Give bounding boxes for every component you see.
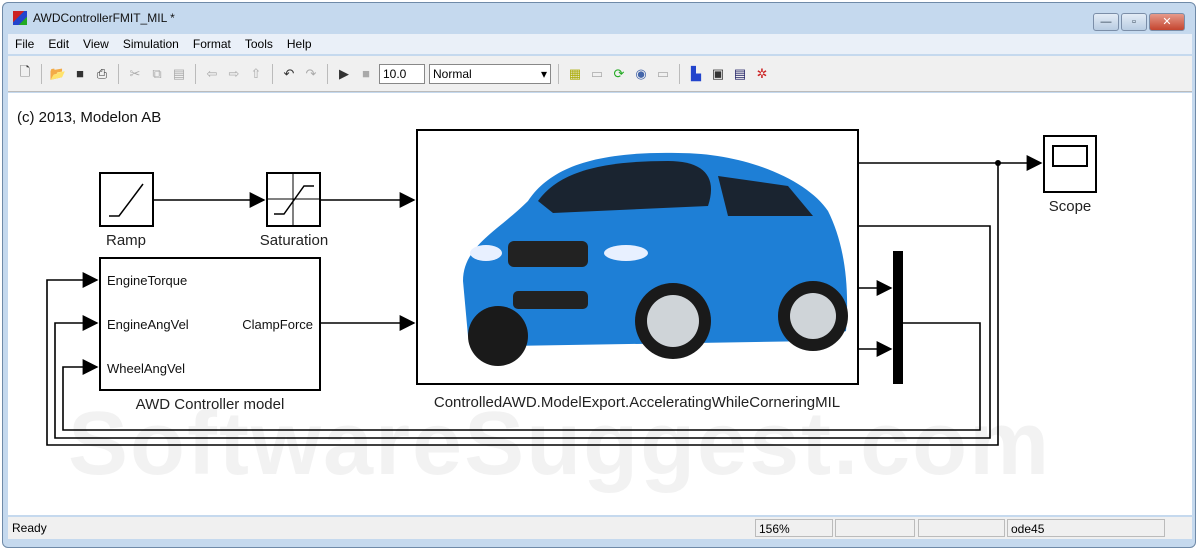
car-image (463, 152, 848, 366)
ramp-label: Ramp (105, 232, 147, 249)
update-icon[interactable]: ▭ (588, 65, 606, 83)
paste-icon[interactable]: ▤ (170, 65, 188, 83)
scope-block[interactable] (1043, 135, 1097, 193)
app-icon (13, 11, 27, 25)
open-icon[interactable]: 📂 (49, 65, 67, 83)
menu-edit[interactable]: Edit (41, 34, 76, 54)
stop-time-input[interactable] (379, 63, 425, 84)
diagram-canvas[interactable]: SoftwareSuggest.com (c) 2013, Modelon AB… (8, 93, 1192, 515)
cut-icon[interactable]: ✂ (126, 65, 144, 83)
status-cell-empty (835, 519, 915, 537)
sim-mode-value: Normal (433, 66, 472, 81)
saturation-label: Saturation (259, 232, 329, 249)
chevron-down-icon: ▾ (540, 66, 547, 81)
port-engineangvel: EngineAngVel (107, 317, 189, 332)
menu-help[interactable]: Help (280, 34, 319, 54)
sim-mode-select[interactable]: Normal ▾ (429, 63, 551, 84)
copy-icon[interactable]: ⧉ (148, 65, 166, 83)
connect-icon[interactable]: ▭ (654, 65, 672, 83)
up-icon[interactable]: ⇧ (247, 65, 265, 83)
new-icon[interactable]: 🗋 (16, 64, 34, 83)
zoom-level: 156% (755, 519, 833, 537)
status-cell-empty (918, 519, 1005, 537)
debug-icon[interactable]: ◉ (632, 65, 650, 83)
refresh-icon[interactable]: ⟳ (610, 65, 628, 83)
port-clampforce: ClampForce (242, 317, 313, 332)
advisor-icon[interactable]: ✲ (753, 65, 771, 83)
menu-file[interactable]: File (8, 34, 41, 54)
title-bar: AWDControllerFMIT_MIL * (13, 11, 175, 25)
model-explorer-icon[interactable]: ▣ (709, 65, 727, 83)
build-icon[interactable]: ▦ (566, 65, 584, 83)
scope-label: Scope (1048, 198, 1092, 215)
forward-icon[interactable]: ⇨ (225, 65, 243, 83)
status-bar: Ready 156% ode45 (8, 517, 1192, 539)
status-text: Ready (12, 521, 47, 535)
play-icon[interactable]: ▶ (335, 65, 353, 83)
print-icon[interactable]: ⎙ (93, 65, 111, 83)
fmu-label: ControlledAWD.ModelExport.AcceleratingWh… (433, 394, 841, 411)
toolbar: 🗋 📂 ■ ⎙ ✂ ⧉ ▤ ⇦ ⇨ ⇧ ↶ ↷ ▶ ■ Normal▾ ▦ ▭ … (8, 56, 1192, 92)
ramp-block[interactable] (99, 172, 154, 227)
port-wheelangvel: WheelAngVel (107, 361, 186, 376)
undo-icon[interactable]: ↶ (280, 65, 298, 83)
controller-block[interactable]: EngineTorque EngineAngVel WheelAngVel Cl… (99, 257, 321, 391)
solver-name: ode45 (1007, 519, 1165, 537)
menu-simulation[interactable]: Simulation (116, 34, 186, 54)
menu-bar: File Edit View Simulation Format Tools H… (8, 34, 1192, 54)
library-browser-icon[interactable]: ▙ (687, 65, 705, 83)
close-button[interactable]: ✕ (1149, 13, 1185, 31)
port-enginetorque: EngineTorque (107, 273, 188, 288)
window-title: AWDControllerFMIT_MIL * (33, 11, 175, 25)
debugger-icon[interactable]: ▤ (731, 65, 749, 83)
redo-icon[interactable]: ↷ (302, 65, 320, 83)
save-icon[interactable]: ■ (71, 65, 89, 83)
menu-view[interactable]: View (76, 34, 116, 54)
minimize-button[interactable]: — (1093, 13, 1119, 31)
controller-label: AWD Controller model (135, 396, 285, 413)
fmu-block[interactable] (416, 129, 859, 385)
menu-tools[interactable]: Tools (238, 34, 280, 54)
maximize-button[interactable]: ▫ (1121, 13, 1147, 31)
saturation-block[interactable] (266, 172, 321, 227)
stop-icon[interactable]: ■ (357, 65, 375, 83)
menu-format[interactable]: Format (186, 34, 238, 54)
back-icon[interactable]: ⇦ (203, 65, 221, 83)
mux-block (893, 251, 903, 384)
